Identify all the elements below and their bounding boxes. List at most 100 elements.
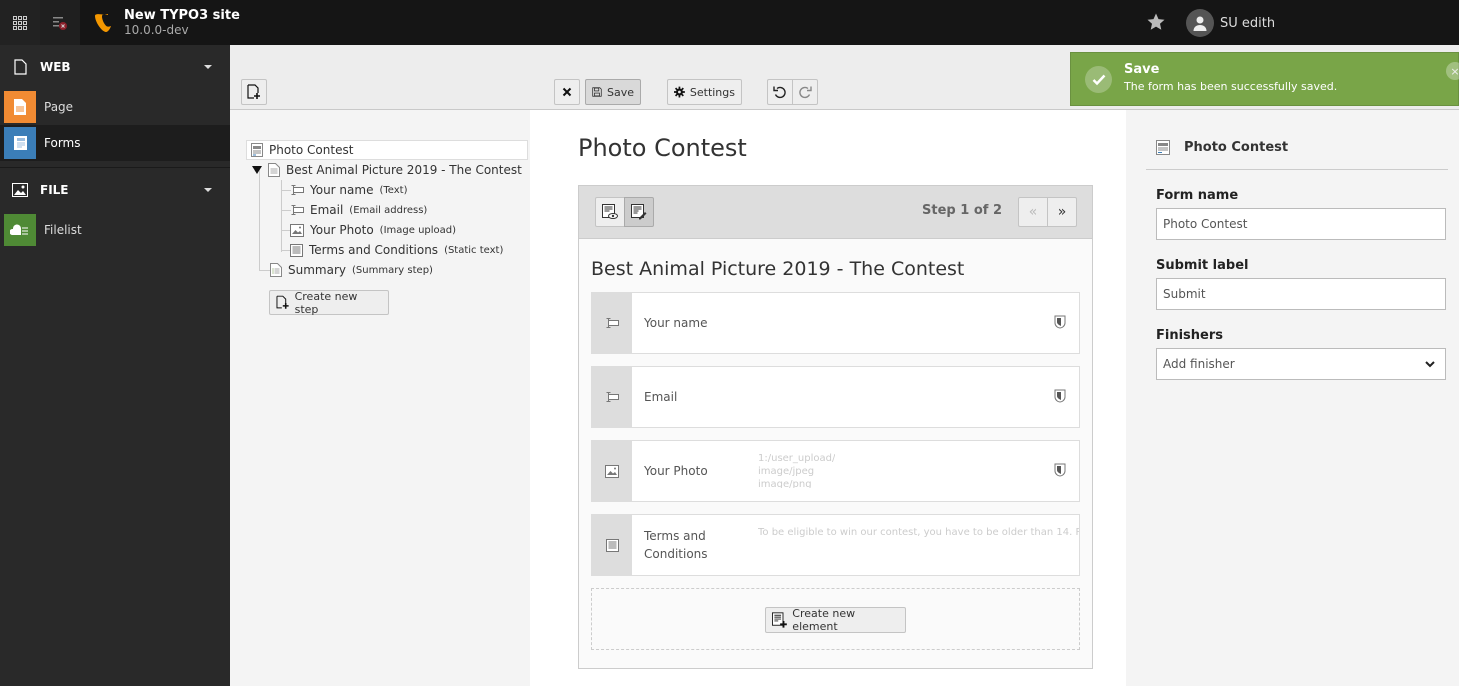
tree-item-label: Your Photo — [310, 223, 374, 237]
tree-item-element[interactable]: Your name (Text) — [290, 180, 408, 200]
tree-item-label: Email — [310, 203, 344, 217]
form-element-email[interactable]: Email — [591, 366, 1080, 428]
module-group-file[interactable]: FILE — [0, 168, 230, 212]
save-button[interactable]: Save — [585, 79, 641, 105]
tree-item-label: Photo Contest — [269, 143, 354, 157]
tree-item-summary[interactable]: Summary (Summary step) — [270, 260, 433, 280]
finishers-label: Finishers — [1156, 328, 1224, 343]
module-group-label: FILE — [40, 183, 69, 197]
clear-cache-button[interactable] — [40, 0, 80, 45]
meta-line: image/jpeg — [758, 466, 815, 477]
prev-step-button[interactable]: « — [1018, 197, 1048, 227]
element-meta: 1:/user_upload/ image/jpeg image/png — [758, 452, 835, 488]
tree-item-element[interactable]: Terms and Conditions (Static text) — [290, 240, 503, 260]
apps-grid-icon — [13, 15, 27, 30]
next-step-button[interactable]: » — [1047, 197, 1077, 227]
chevron-double-right-icon: » — [1057, 204, 1067, 220]
tree-item-element[interactable]: Email (Email address) — [290, 200, 427, 220]
site-version: 10.0.0-dev — [124, 23, 189, 37]
user-avatar-icon — [1193, 16, 1207, 31]
edit-form-icon — [631, 204, 647, 220]
form-name-label: Form name — [1156, 188, 1239, 203]
preview-mode-button[interactable] — [595, 197, 625, 227]
tree-item-element[interactable]: Your Photo (Image upload) — [290, 220, 456, 240]
tree-item-type: (Text) — [379, 184, 408, 196]
submit-label-label: Submit label — [1156, 258, 1249, 273]
save-label: Save — [606, 85, 634, 99]
topbar: New TYPO3 site 10.0.0-dev SU edith — [0, 0, 1459, 45]
undo-button[interactable] — [767, 79, 793, 105]
form-title: Photo Contest — [578, 134, 747, 162]
success-notification: Save The form has been successfully save… — [1070, 52, 1459, 106]
new-element-dropzone: Create new element — [591, 588, 1080, 650]
required-shield-icon — [1054, 463, 1066, 477]
sidebar-item-label: Filelist — [44, 223, 82, 237]
apps-grid-button[interactable] — [0, 0, 40, 45]
form-element-your-photo[interactable]: Your Photo 1:/user_upload/ image/jpeg im… — [591, 440, 1080, 502]
preview-icon — [602, 204, 618, 219]
tree-item-type: (Email address) — [349, 204, 428, 216]
page-icon — [13, 59, 27, 75]
finishers-select[interactable]: Add finisher — [1156, 348, 1446, 380]
element-label: Email — [644, 390, 678, 404]
settings-button[interactable]: Settings — [667, 79, 742, 105]
notification-title: Save — [1124, 62, 1160, 77]
settings-label: Settings — [689, 85, 735, 99]
collapse-triangle-icon[interactable] — [252, 166, 262, 174]
text-field-icon — [606, 392, 619, 402]
close-icon — [562, 87, 572, 97]
new-page-button[interactable] — [241, 79, 267, 105]
clear-cache-icon — [53, 16, 67, 30]
abstract-mode-button[interactable] — [624, 197, 654, 227]
form-element-your-name[interactable]: Your name — [591, 292, 1080, 354]
text-field-icon — [291, 185, 304, 195]
sidebar-item-filelist[interactable]: Filelist — [0, 212, 230, 248]
inspector-title: Photo Contest — [1184, 140, 1289, 155]
form-stage: Photo Contest Step 1 of 2 « » Best Anima… — [530, 110, 1126, 686]
element-label: Terms and Conditions — [644, 529, 708, 561]
sidebar-item-page[interactable]: Page — [0, 89, 230, 125]
form-name-input[interactable]: Photo Contest — [1156, 208, 1446, 240]
static-text-icon — [605, 538, 619, 552]
undo-icon — [773, 86, 786, 99]
chevron-double-left-icon: « — [1028, 204, 1038, 220]
close-icon: × — [1450, 64, 1459, 78]
forms-module-icon — [4, 127, 36, 159]
required-shield-icon — [1054, 389, 1066, 403]
star-bookmark-icon[interactable] — [1146, 12, 1166, 32]
summary-page-icon — [270, 263, 282, 277]
user-name: SU edith — [1220, 15, 1276, 31]
user-menu[interactable]: SU edith — [1186, 9, 1275, 37]
form-element-terms[interactable]: Terms and Conditions To be eligible to w… — [591, 514, 1080, 576]
create-new-element-button[interactable]: Create new element — [765, 607, 906, 633]
tree-item-label: Your name — [310, 183, 374, 197]
new-page-icon — [276, 295, 289, 309]
redo-button[interactable] — [792, 79, 818, 105]
typo3-logo[interactable] — [92, 11, 114, 35]
close-button[interactable] — [554, 79, 580, 105]
close-notification-button[interactable]: × — [1446, 62, 1459, 80]
element-label: Your Photo — [644, 464, 708, 478]
image-upload-icon — [605, 464, 619, 478]
tree-item-label: Best Animal Picture 2019 - The Contest — [286, 163, 522, 177]
submit-label-input[interactable]: Submit — [1156, 278, 1446, 310]
create-new-step-button[interactable]: Create new step — [269, 290, 389, 316]
element-label: Your name — [644, 316, 708, 330]
meta-line: image/png — [758, 479, 812, 488]
page-module-icon — [4, 91, 36, 123]
tree-item-page[interactable]: Best Animal Picture 2019 - The Contest — [252, 160, 522, 180]
text-field-icon — [291, 205, 304, 215]
tree-item-type: (Image upload) — [379, 224, 457, 236]
tree-item-label: Terms and Conditions — [309, 243, 439, 257]
site-name[interactable]: New TYPO3 site — [124, 8, 240, 23]
tree-item-form[interactable]: Photo Contest — [246, 140, 528, 160]
module-menu: WEB Page Forms FILE Filelist — [0, 45, 230, 686]
stage-panel-header: Step 1 of 2 « » — [579, 186, 1092, 239]
sidebar-item-forms[interactable]: Forms — [0, 125, 230, 161]
chevron-down-icon — [204, 65, 212, 69]
chevron-down-icon — [204, 188, 212, 192]
module-group-web[interactable]: WEB — [0, 45, 230, 89]
gear-icon — [674, 86, 685, 98]
add-element-icon — [772, 612, 787, 628]
static-text-icon — [290, 243, 303, 257]
